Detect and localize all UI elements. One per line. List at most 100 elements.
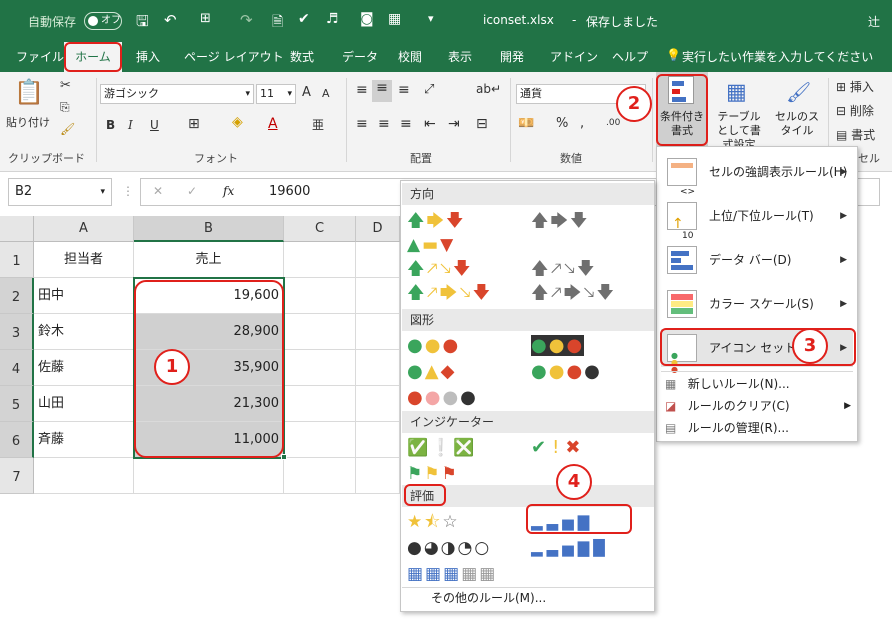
cell-b1[interactable]: 売上 <box>134 242 284 278</box>
cell-d3[interactable] <box>356 314 400 350</box>
cell-c2[interactable] <box>284 278 356 314</box>
format-painter-icon[interactable]: ♬ <box>326 11 339 27</box>
cell-a3[interactable]: 鈴木 <box>34 314 134 350</box>
insert-cells-button[interactable]: ⊞ 挿入 <box>836 78 874 95</box>
increase-indent-icon[interactable]: ⇥ <box>448 116 460 132</box>
tab-formulas[interactable]: 数式 <box>290 48 314 65</box>
cell-d7[interactable] <box>356 458 400 494</box>
percent-button[interactable]: % <box>556 116 568 131</box>
tab-data[interactable]: データ <box>342 48 378 65</box>
orientation-icon[interactable]: ⤢ <box>424 82 434 97</box>
column-header-c[interactable]: C <box>284 216 356 242</box>
tab-page-layout[interactable]: ページ レイアウト <box>184 48 284 65</box>
tab-view[interactable]: 表示 <box>448 48 472 65</box>
italic-button[interactable]: I <box>128 118 133 132</box>
cell-c4[interactable] <box>284 350 356 386</box>
menu-item-top-bottom-rules[interactable]: ↑ 10 上位/下位ルール(T) ▶ <box>661 197 853 241</box>
cell-c7[interactable] <box>284 458 356 494</box>
align-left-icon[interactable]: ≡ <box>356 116 368 132</box>
format-painter-ribbon-icon[interactable]: 🖌 <box>60 122 75 136</box>
font-size-select[interactable]: 11 ▾ <box>256 84 296 104</box>
user-name[interactable]: 辻 <box>868 13 880 30</box>
select-all-corner[interactable] <box>0 216 34 242</box>
cell-d2[interactable] <box>356 278 400 314</box>
format-as-table-button[interactable]: ▦ テーブルとして書式設定 <box>712 76 766 151</box>
row-header[interactable]: 5 <box>0 386 34 422</box>
tab-help[interactable]: ヘルプ <box>612 48 648 65</box>
underline-button[interactable]: U <box>150 118 159 132</box>
tab-insert[interactable]: 挿入 <box>136 48 160 65</box>
cell-styles-button[interactable]: 🖌 セルのスタイル <box>770 76 824 148</box>
cell-c5[interactable] <box>284 386 356 422</box>
paste-button[interactable]: 貼り付け <box>6 114 50 130</box>
align-middle-icon[interactable]: ≡ <box>372 80 392 102</box>
arrows-gray-set[interactable]: 🡅🡆🡇 🡅🡕🡖🡇 🡅🡕🡆🡖🡇 <box>531 209 616 305</box>
decrease-indent-icon[interactable]: ⇤ <box>424 116 436 132</box>
row-header[interactable]: 7 <box>0 458 34 494</box>
menu-item-highlight-rules[interactable]: <> セルの強調表示ルール(H) ▶ <box>661 153 853 197</box>
cell-a5[interactable]: 山田 <box>34 386 134 422</box>
row-header[interactable]: 1 <box>0 242 34 278</box>
save-icon[interactable]: 🖫 <box>136 11 149 36</box>
cell-c3[interactable] <box>284 314 356 350</box>
tab-addins[interactable]: アドイン <box>550 48 598 65</box>
accounting-format-icon[interactable]: 💴 <box>518 116 534 131</box>
traffic-lights-set[interactable]: ●●● ●●●● <box>531 333 602 385</box>
spell-check-icon[interactable]: ✔ <box>298 11 310 27</box>
delete-cells-button[interactable]: ⊟ 削除 <box>836 102 874 119</box>
border-icon[interactable]: ⊞ <box>200 11 211 26</box>
menu-item-clear-rules[interactable]: ◪ ルールのクリア(C) ▶ <box>665 395 853 417</box>
cell-a6[interactable]: 斉藤 <box>34 422 134 458</box>
cell-c6[interactable] <box>284 422 356 458</box>
wrap-text-icon[interactable]: ab↵ <box>476 82 501 96</box>
cut-icon[interactable]: ✂ <box>60 78 71 93</box>
merge-center-icon[interactable]: ⊟ <box>476 116 488 132</box>
menu-item-color-scales[interactable]: カラー スケール(S) ▶ <box>661 285 853 323</box>
row-header[interactable]: 6 <box>0 422 34 458</box>
form-icon[interactable]: ▦ <box>388 11 401 27</box>
font-color-icon[interactable]: A <box>268 116 278 132</box>
borders-icon[interactable]: ⊞ <box>188 116 200 132</box>
menu-item-manage-rules[interactable]: ▤ ルールの管理(R)... <box>665 417 789 439</box>
cell-d6[interactable] <box>356 422 400 458</box>
shapes-set[interactable]: ●●● ●▲◆ ●●●● <box>407 333 478 411</box>
cell-d1[interactable] <box>356 242 400 278</box>
copy-icon[interactable]: ⎘ <box>60 100 70 115</box>
autosave-toggle[interactable]: オフ <box>84 12 122 30</box>
column-header-b[interactable]: B <box>134 216 284 242</box>
align-right-icon[interactable]: ≡ <box>400 116 412 132</box>
shrink-font-button[interactable]: A <box>322 87 330 100</box>
customize-qat-icon[interactable]: ▾ <box>428 12 434 25</box>
print-preview-icon[interactable]: 🗎 <box>272 11 283 35</box>
more-rules-link[interactable]: その他のルール(M)... <box>431 587 546 609</box>
menu-item-new-rule[interactable]: ▦ 新しいルール(N)... <box>665 373 790 395</box>
cell-a4[interactable]: 佐藤 <box>34 350 134 386</box>
undo-icon[interactable]: ↶ <box>164 11 177 29</box>
comma-button[interactable]: , <box>580 116 584 131</box>
format-cells-button[interactable]: ▤ 書式 <box>836 126 875 143</box>
fill-color-icon[interactable]: ◈ <box>232 114 243 130</box>
row-header[interactable]: 2 <box>0 278 34 314</box>
cell-b7[interactable] <box>134 458 284 494</box>
menu-item-data-bars[interactable]: データ バー(D) ▶ <box>661 241 853 279</box>
indicators-set[interactable]: ✅❕❎ ⚑⚑⚑ <box>407 435 477 487</box>
row-header[interactable]: 3 <box>0 314 34 350</box>
arrows-colored-set[interactable]: 🡅🡆🡇 ▲▬▼ 🡅🡕🡖🡇 🡅🡕🡆🡖🡇 <box>407 209 492 305</box>
cell-a7[interactable] <box>34 458 134 494</box>
font-name-select[interactable]: 游ゴシック ▾ <box>100 84 254 104</box>
tab-developer[interactable]: 開発 <box>500 48 524 65</box>
cell-c1[interactable] <box>284 242 356 278</box>
cell-d4[interactable] <box>356 350 400 386</box>
cell-a2[interactable]: 田中 <box>34 278 134 314</box>
symbols-set[interactable]: ✔!✖ <box>531 435 586 461</box>
bold-button[interactable]: B <box>106 118 115 132</box>
column-header-d[interactable]: D <box>356 216 400 242</box>
cell-d5[interactable] <box>356 386 400 422</box>
column-header-a[interactable]: A <box>34 216 134 242</box>
grow-font-button[interactable]: A <box>302 85 311 100</box>
ratings-set[interactable]: ★⯪☆ ●◕◑◔○ ▦▦▦▦▦ <box>407 509 497 587</box>
fill-handle[interactable] <box>281 454 287 460</box>
increase-decimal-button[interactable]: .00 <box>606 118 620 128</box>
phonetic-icon[interactable]: 亜 <box>312 116 324 133</box>
tab-file[interactable]: ファイル <box>16 48 64 65</box>
